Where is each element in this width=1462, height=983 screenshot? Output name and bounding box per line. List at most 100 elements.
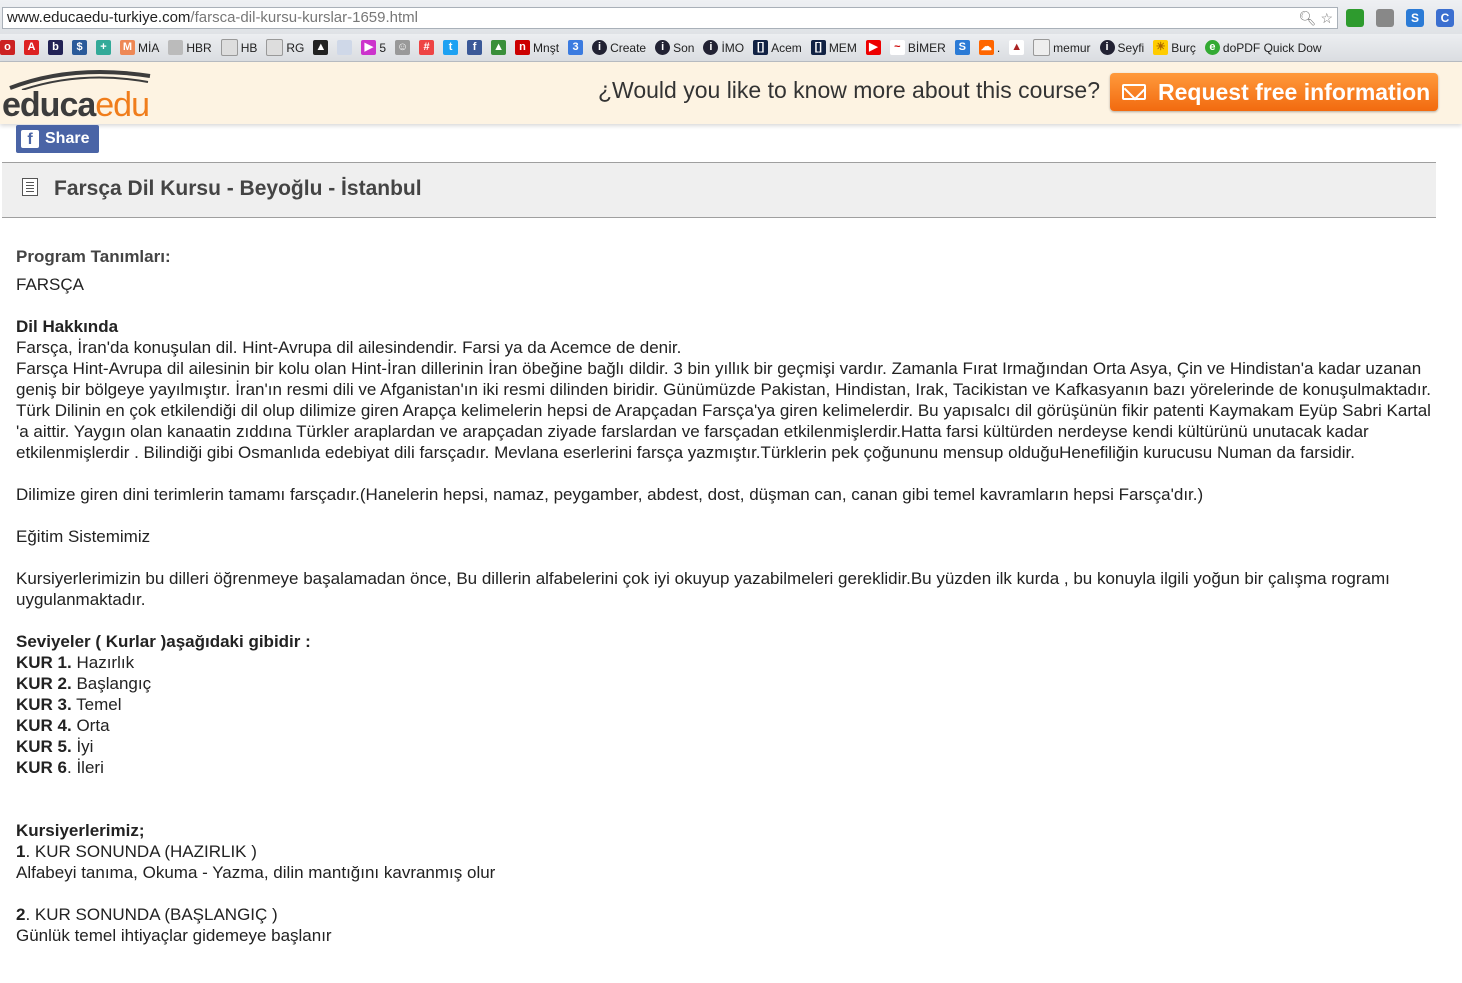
bookmark-mnst[interactable]: n Mnşt bbox=[515, 40, 559, 55]
level-item: KUR 1. Hazırlık bbox=[16, 652, 1436, 673]
bimer-icon: ~ bbox=[889, 40, 905, 55]
level-item: KUR 6. İleri bbox=[16, 757, 1436, 778]
site-header: educaedu ¿Would you like to know more ab… bbox=[0, 62, 1462, 124]
url-path: /farsca-dil-kursu-kurslar-1659.html bbox=[190, 9, 418, 26]
course-title-bar: Farsça Dil Kursu - Beyoğlu - İstanbul bbox=[2, 162, 1436, 218]
bookmark-slack[interactable]: # bbox=[419, 40, 435, 55]
bookmark-torch[interactable]: ▲ bbox=[1009, 40, 1025, 55]
about-line1: Farsça, İran'da konuşulan dil. Hint-Avru… bbox=[16, 338, 682, 357]
about-paragraph: Farsça Hint-Avrupa dil ailesinin bir kol… bbox=[16, 359, 1432, 462]
twitter-icon: t bbox=[443, 40, 459, 55]
extension-gray-icon[interactable] bbox=[1376, 9, 1394, 27]
bookmark-opera[interactable]: o bbox=[0, 40, 15, 55]
bookmark-seyfi[interactable]: i Seyfi bbox=[1099, 40, 1145, 55]
bookmark-dopdf[interactable]: e doPDF Quick Dow bbox=[1204, 40, 1322, 55]
graduation-icon: ▲ bbox=[313, 40, 329, 55]
header-question: ¿Would you like to know more about this … bbox=[598, 77, 1100, 103]
bookmark-memur[interactable]: memur bbox=[1033, 39, 1091, 56]
bookmark-label: memur bbox=[1053, 40, 1091, 55]
page-icon bbox=[168, 40, 184, 55]
bing-icon: b bbox=[48, 40, 63, 55]
level-item: KUR 3. Temel bbox=[16, 694, 1436, 715]
url-field[interactable]: www.educaedu-turkiye.com/farsca-dil-kurs… bbox=[2, 7, 1338, 29]
bookmark-twitter[interactable]: t bbox=[443, 40, 459, 55]
bookmark-dollar[interactable]: $ bbox=[72, 40, 87, 55]
outcome-label: . KUR SONUNDA (BAŞLANGIÇ ) bbox=[25, 905, 278, 924]
bookmark-cloud[interactable]: ☁. bbox=[978, 40, 1000, 55]
bookmark-hb[interactable]: HB bbox=[220, 39, 258, 56]
bookmark-hbr[interactable]: HBR bbox=[168, 40, 212, 55]
refresh-extension-icon[interactable]: C bbox=[1436, 9, 1454, 27]
outcome-description: Günlük temel ihtiyaçlar gidemeye başlanı… bbox=[16, 926, 332, 945]
bookmark-smile[interactable]: ☺ bbox=[395, 40, 411, 55]
slack-icon: # bbox=[419, 40, 435, 55]
bookmark-calendar[interactable]: 3 bbox=[568, 40, 584, 55]
request-info-label: Request free information bbox=[1158, 78, 1431, 105]
educaedu-logo[interactable]: educaedu bbox=[2, 66, 152, 124]
logo-text-educa: educa bbox=[2, 86, 96, 124]
students-heading: Kursiyerlerimiz; bbox=[16, 821, 145, 840]
bookmark-label: Son bbox=[673, 40, 695, 55]
level-kur: KUR 4. bbox=[16, 716, 72, 735]
extension-green-icon[interactable] bbox=[1346, 9, 1364, 27]
zoom-icon[interactable]: 🔍︎ bbox=[1299, 8, 1317, 28]
bookmark-page[interactable] bbox=[337, 40, 353, 55]
bookmark-imo[interactable]: i İMO bbox=[703, 40, 744, 55]
globe-icon: i bbox=[703, 40, 719, 55]
bookmark-label: HB bbox=[240, 40, 258, 55]
facebook-share-button[interactable]: f Share bbox=[16, 125, 99, 153]
outcome-title: 1. KUR SONUNDA (HAZIRLIK ) bbox=[16, 841, 1436, 862]
bookmark-drive[interactable]: ▲ bbox=[491, 40, 507, 55]
calendar-icon: 3 bbox=[568, 40, 584, 55]
skype-icon[interactable]: S bbox=[1406, 9, 1424, 27]
plus-icon: + bbox=[96, 40, 111, 55]
bookmark-label: BİMER bbox=[907, 40, 946, 55]
bookmarks-bar: o A b $ + M MİA HBR HB RG ▲ ▶ 5 ☺ # t f ▲ … bbox=[0, 34, 1462, 62]
request-info-button[interactable]: Request free information bbox=[1110, 73, 1438, 111]
bookmark-label: 5 bbox=[379, 40, 387, 55]
page-icon bbox=[266, 39, 284, 56]
torch-icon: ▲ bbox=[1009, 40, 1025, 55]
bookmark-label: Seyfi bbox=[1117, 40, 1145, 55]
bookmark-label: Acem bbox=[771, 40, 802, 55]
bookmark-label: İMO bbox=[721, 40, 745, 55]
bookmark-facebook[interactable]: f bbox=[467, 40, 483, 55]
level-name: Temel bbox=[71, 695, 122, 714]
bookmark-s[interactable]: S bbox=[954, 40, 970, 55]
about-heading: Dil Hakkında bbox=[16, 317, 119, 336]
bookmark-youtube[interactable]: ▶ bbox=[865, 40, 881, 55]
bookmark-create[interactable]: i Create bbox=[592, 40, 646, 55]
bookmark-son[interactable]: i Son bbox=[655, 40, 694, 55]
acrobat-icon: A bbox=[24, 40, 39, 55]
opera-icon: o bbox=[0, 40, 15, 55]
level-item: KUR 4. Orta bbox=[16, 715, 1436, 736]
program-name: FARSÇA bbox=[16, 275, 85, 294]
level-item: KUR 5. İyi bbox=[16, 736, 1436, 757]
bookmark-5[interactable]: ▶ 5 bbox=[361, 40, 386, 55]
bracket-icon: [] bbox=[810, 40, 826, 55]
facebook-icon: f bbox=[21, 130, 39, 148]
bookmark-bing[interactable]: b bbox=[48, 40, 63, 55]
news-icon: n bbox=[515, 40, 531, 55]
level-item: KUR 2. Başlangıç bbox=[16, 673, 1436, 694]
bookmark-rg[interactable]: RG bbox=[266, 39, 304, 56]
star-icon[interactable]: ☆ bbox=[1320, 8, 1333, 28]
level-name: Orta bbox=[71, 716, 110, 735]
bookmark-label: doPDF Quick Dow bbox=[1222, 40, 1322, 55]
level-kur: KUR 2. bbox=[16, 674, 72, 693]
page-title: Farsça Dil Kursu - Beyoğlu - İstanbul bbox=[54, 177, 422, 200]
bookmark-plus[interactable]: + bbox=[96, 40, 111, 55]
bookmark-mem[interactable]: [] MEM bbox=[810, 40, 857, 55]
s-icon: S bbox=[954, 40, 970, 55]
level-name: Hazırlık bbox=[71, 653, 135, 672]
bookmark-mia[interactable]: M MİA bbox=[120, 40, 159, 55]
outcome-label: . KUR SONUNDA (HAZIRLIK ) bbox=[25, 842, 257, 861]
bracket-icon: [] bbox=[753, 40, 769, 55]
smile-icon: ☺ bbox=[395, 40, 411, 55]
bookmark-graduation[interactable]: ▲ bbox=[313, 40, 329, 55]
bookmark-acrobat[interactable]: A bbox=[24, 40, 39, 55]
bookmark-bimer[interactable]: ~ BİMER bbox=[889, 40, 946, 55]
bookmark-burc[interactable]: ☀ Burç bbox=[1153, 40, 1196, 55]
education-paragraph: Kursiyerlerimizin bu dilleri öğrenmeye b… bbox=[16, 569, 1390, 609]
bookmark-acem[interactable]: [] Acem bbox=[753, 40, 802, 55]
